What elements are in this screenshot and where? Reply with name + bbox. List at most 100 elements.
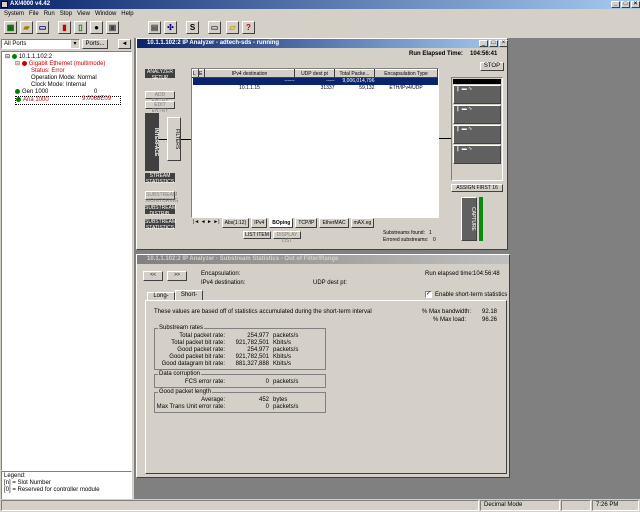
- maximize-button[interactable]: □: [621, 1, 630, 8]
- rate-label: Total packet bit rate:: [171, 340, 225, 346]
- close-button[interactable]: ×: [631, 1, 640, 8]
- substream-meters: ▕▏▬ ∿ ▕▏▬ ∿ ▕▏▬ ∿ ▕▏▬ ∿: [451, 77, 503, 181]
- stop-icon[interactable]: ●: [90, 21, 103, 34]
- substreams-found-label: Substreams found:: [383, 230, 425, 236]
- ipv4-dest-label: IPv4 destination:: [201, 280, 246, 286]
- length-group-title: Good packet length: [158, 389, 213, 395]
- ipa-min-button[interactable]: _: [479, 40, 488, 47]
- capture-icon[interactable]: ▣: [106, 21, 119, 34]
- script-icon[interactable]: S: [186, 21, 199, 34]
- ports-button[interactable]: Ports...: [82, 39, 108, 49]
- menu-view[interactable]: View: [77, 9, 90, 19]
- substream-monitoring-button[interactable]: SUBSTREAM MONITORING: [145, 191, 178, 204]
- udp-dest-label: UDP dest pt:: [313, 280, 347, 286]
- run-elapsed-value: 104:56:41: [470, 51, 498, 57]
- folder-open-icon[interactable]: ▱: [226, 21, 239, 34]
- col-header-ipv4[interactable]: IPv4 destination: [204, 69, 295, 78]
- port-tree: ⊟ 10.1.1.102:2 ⊟ Gigabit Ethernet (multi…: [1, 51, 132, 471]
- enable-short-term-checkbox[interactable]: ✓: [425, 291, 432, 298]
- stop-button[interactable]: STOP: [480, 62, 504, 71]
- menu-window[interactable]: Window: [95, 9, 116, 19]
- connector-line: [159, 139, 167, 140]
- rate-label: Good datagram bit rate:: [161, 361, 225, 367]
- port-select[interactable]: All Ports ▾: [1, 39, 80, 49]
- assign-first-button[interactable]: ASSIGN FIRST 16: [451, 184, 503, 192]
- substream-distrib-button[interactable]: SUBSTREAM DISTRIB.: [145, 205, 176, 217]
- app-title: AX/4000 v4.42: [10, 1, 51, 7]
- tab-ethermac[interactable]: EtherMAC: [319, 218, 349, 228]
- add-entry-button[interactable]: ADD ENTRY: [145, 91, 175, 104]
- menu-help[interactable]: Help: [121, 9, 133, 19]
- tab-ipv4[interactable]: IPv4: [251, 218, 268, 228]
- length-value: 452: [258, 397, 269, 403]
- length-unit: bytes: [273, 397, 288, 403]
- col-header-udp[interactable]: UDP dest pt: [294, 69, 335, 78]
- ana-value: 9.0068E09: [82, 96, 112, 102]
- stream-statistics-button[interactable]: STREAM STATISTICS: [145, 173, 175, 185]
- module-icon[interactable]: ▦: [4, 21, 17, 34]
- tab-scroll-icon[interactable]: |◄ ◄ ► ►|: [193, 218, 220, 228]
- fcs-value: 0: [265, 379, 269, 385]
- run-elapsed-time-value: 104:56:48: [473, 271, 500, 277]
- doc-icon-2[interactable]: ▭: [208, 21, 221, 34]
- capture-block[interactable]: CAPTURE: [461, 197, 477, 241]
- tab-tcpip[interactable]: TCP/IP: [295, 218, 318, 228]
- interface-block[interactable]: INTERFACE: [145, 113, 159, 171]
- run-icon[interactable]: ▯: [74, 21, 87, 34]
- minimize-button[interactable]: _: [611, 1, 620, 8]
- protocol-tabs: |◄ ◄ ► ►| Abs(1:12) IPv4 BOping TCP/IP E…: [193, 218, 375, 228]
- col-header-total[interactable]: Total Packe...: [334, 69, 375, 78]
- substream-statistics-button[interactable]: SUBSTREAM STATISTICS: [145, 219, 176, 231]
- status-message: [1, 500, 479, 511]
- chevron-down-icon[interactable]: ▾: [71, 40, 79, 48]
- table-row[interactable]: 10.1.1.15 31337 59,132 ETH/IPv4/UDP: [193, 85, 438, 92]
- substream-table: L E IPv4 destination UDP dest pt Total P…: [191, 68, 439, 218]
- display-list-button[interactable]: DISPLAY LIST: [273, 231, 301, 244]
- tree-node-status[interactable]: Status: Error: [31, 68, 65, 75]
- analyzer-setup-button[interactable]: ANALYZER SETUP: [145, 69, 175, 81]
- substream-stats-title: 10.1.1.102:2 IP Analyzer - Substream Sta…: [137, 255, 509, 264]
- tree-node-opmode[interactable]: Operation Mode: Normal: [31, 75, 97, 82]
- meter-4[interactable]: ▕▏▬ ∿: [453, 145, 501, 164]
- ip-analyzer-window: 10.1.1.102:2 IP Analyzer - adtech-sds - …: [136, 38, 508, 250]
- folder-icon[interactable]: ▰: [20, 21, 33, 34]
- edit-entry-button[interactable]: EDIT ENTRY: [145, 101, 175, 114]
- toolbar: ▦ ▰ ▭ ▮ ▯ ● ▣ ▤ ✣ S ▭ ▱ ?: [0, 19, 640, 38]
- chart-icon[interactable]: ▤: [148, 21, 161, 34]
- ipa-close-button[interactable]: ×: [499, 40, 508, 47]
- fcs-label: FCS error rate:: [184, 379, 225, 385]
- app-icon: [1, 1, 8, 8]
- list-item-button[interactable]: LIST ITEM: [243, 231, 271, 239]
- help-icon[interactable]: ?: [242, 21, 255, 34]
- meter-2[interactable]: ▕▏▬ ∿: [453, 105, 501, 124]
- rate-unit: Kbits/s: [273, 361, 292, 367]
- meter-3[interactable]: ▕▏▬ ∿: [453, 125, 501, 144]
- tab-max-eg[interactable]: mAX.eg: [350, 218, 375, 228]
- menu-run[interactable]: Run: [44, 9, 55, 19]
- short-term-note: These values are based off of statistics…: [154, 309, 372, 315]
- ipa-max-button[interactable]: □: [489, 40, 498, 47]
- table-row[interactable]: ------ ----- 9,006,014,796: [192, 77, 438, 85]
- tab-boping[interactable]: BOping: [269, 218, 294, 228]
- col-header-encap[interactable]: Encapsulation Type: [374, 69, 438, 78]
- meter-1[interactable]: ▕▏▬ ∿: [453, 85, 501, 104]
- rate-value: 921,782,501: [235, 354, 269, 360]
- collapse-button[interactable]: ◄: [118, 39, 131, 49]
- menu-system[interactable]: System: [4, 9, 24, 19]
- max-bandwidth-label: % Max bandwidth:: [422, 309, 472, 315]
- doc-icon[interactable]: ▭: [36, 21, 49, 34]
- connector-line-3: [439, 138, 451, 139]
- tab-abs[interactable]: Abs(1:12): [221, 218, 250, 228]
- filters-block[interactable]: FILTERS: [167, 117, 181, 161]
- enable-short-term-label: Enable short-term statistics: [435, 292, 508, 298]
- prev-button[interactable]: <<: [143, 271, 163, 281]
- tree-node-clockmode[interactable]: Clock Mode: Internal: [31, 82, 86, 89]
- menu-file[interactable]: File: [29, 9, 39, 19]
- next-button[interactable]: >>: [167, 271, 187, 281]
- rate-label: Good packet bit rate:: [169, 354, 225, 360]
- port-select-value: All Ports: [4, 41, 27, 47]
- gear-icon[interactable]: ✣: [164, 21, 177, 34]
- menu-stop[interactable]: Stop: [60, 9, 72, 19]
- short-term-panel: These values are based off of statistics…: [145, 300, 507, 474]
- record-icon[interactable]: ▮: [58, 21, 71, 34]
